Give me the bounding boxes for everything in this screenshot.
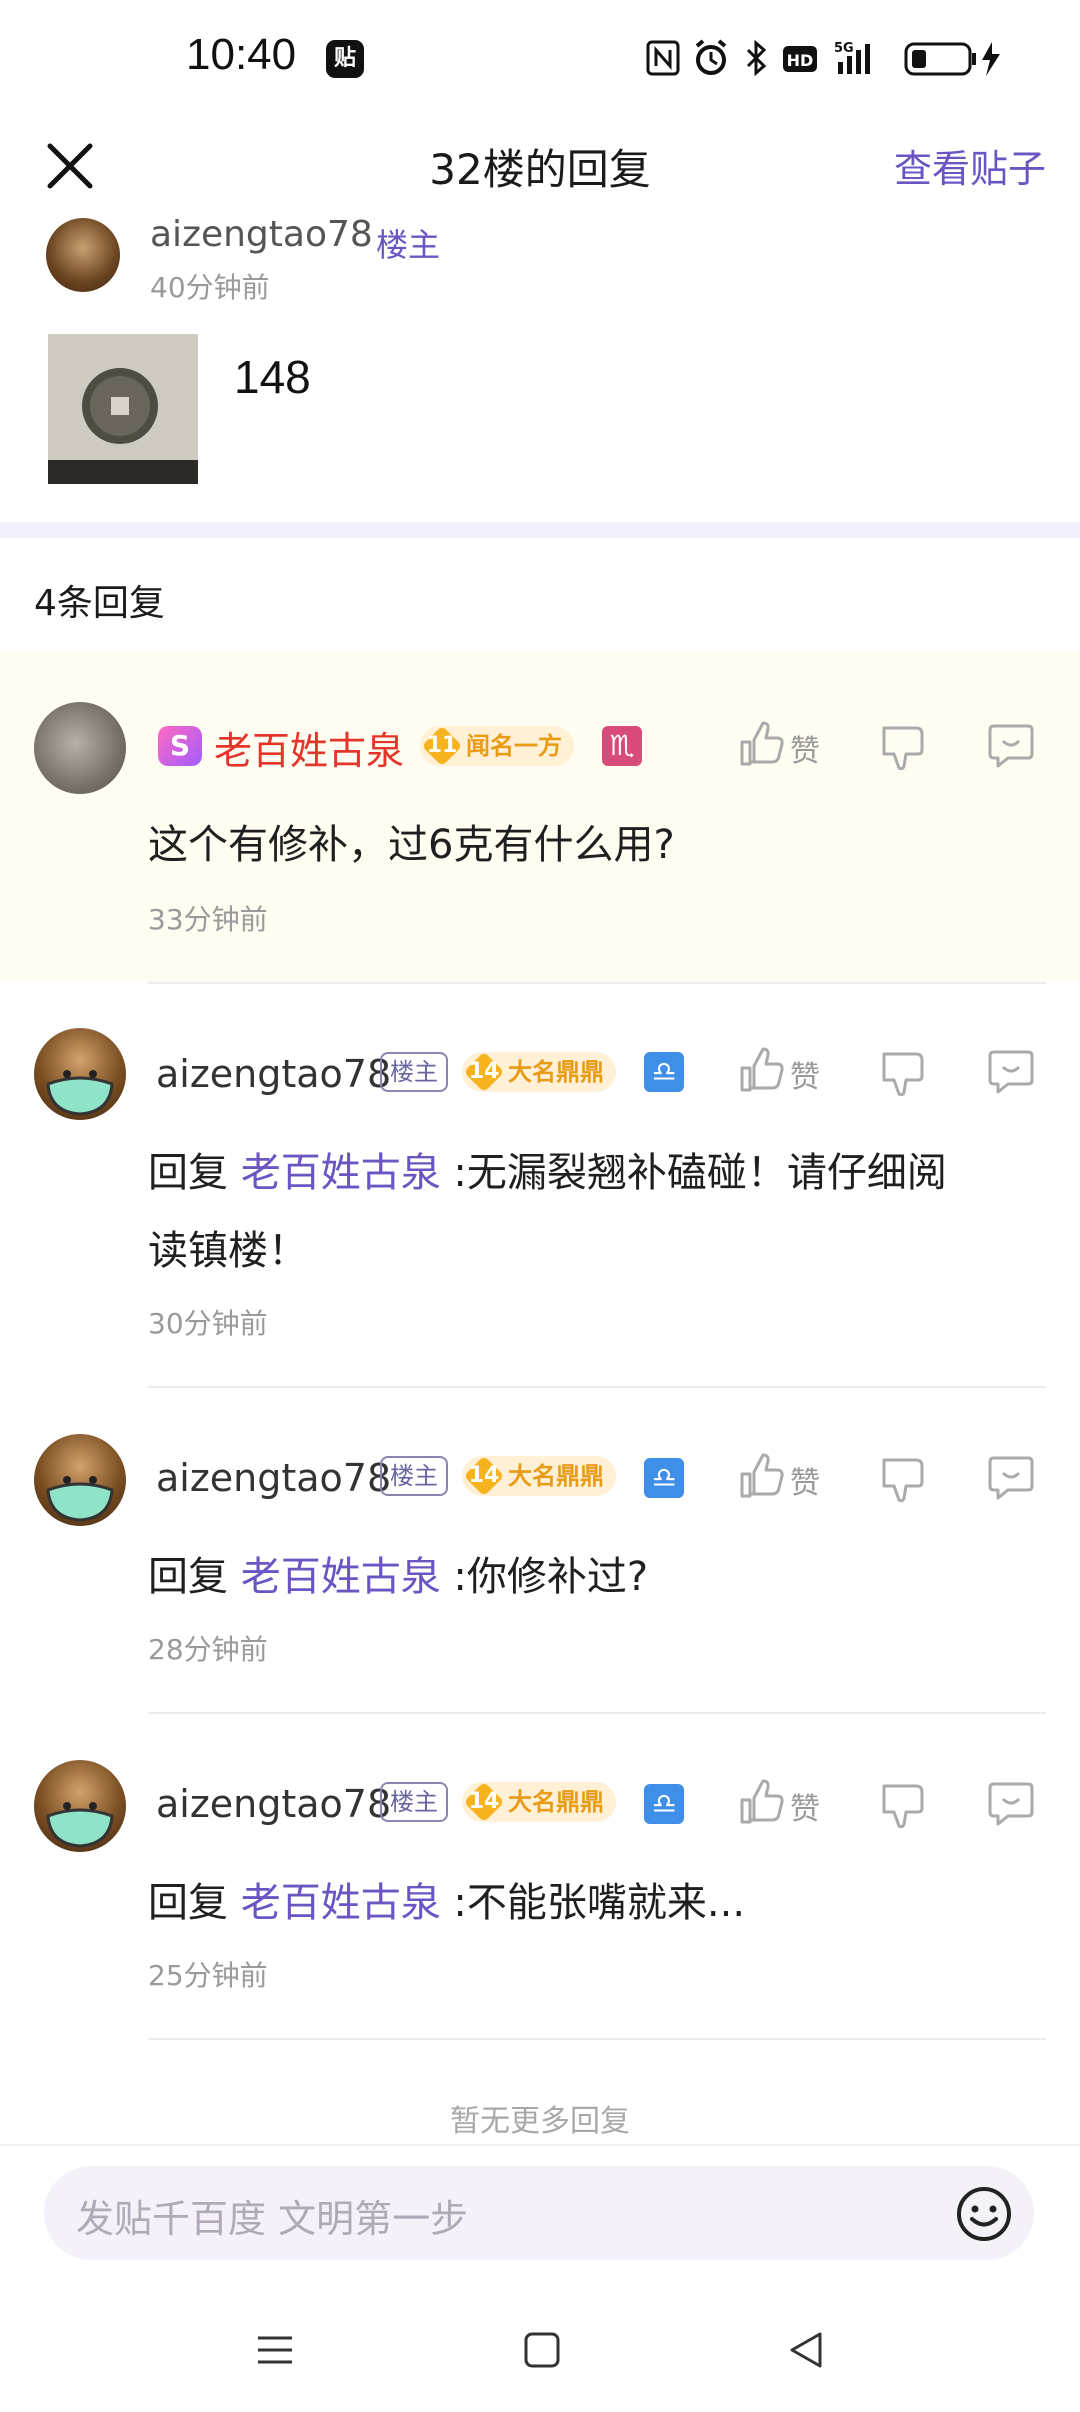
level-title: 大名鼎鼎 [508,1058,604,1086]
zodiac-icon: ♎ [644,1784,684,1824]
emoji-icon[interactable] [954,2184,1014,2244]
svg-text:5G: 5G [834,41,854,56]
coin-photo [48,334,198,484]
reply-prefix: 回复 [148,1554,241,1600]
op-username[interactable]: aizengtao78 [150,214,373,255]
input-bar-divider [0,2144,1080,2146]
reply-comment-icon[interactable] [984,718,1038,772]
mask-avatar-art [46,1070,114,1116]
s-badge: S [158,726,202,766]
hd-icon: HD [783,46,817,72]
level-number: 14 [468,1059,500,1084]
reply-time: 30分钟前 [148,1307,268,1340]
level-badge: 11 闻名一方 [420,725,574,767]
row-divider [148,2038,1046,2040]
mask-avatar-art [46,1476,114,1522]
level-title: 大名鼎鼎 [508,1462,604,1490]
zodiac-icon: ♎ [644,1458,684,1498]
reply-username[interactable]: 老百姓古泉 [214,720,404,775]
svg-text:HD: HD [787,51,814,70]
op-content: 148 [234,351,311,403]
thumbs-up-icon[interactable] [734,1450,788,1504]
reply-prefix: 回复 [148,1880,241,1926]
floor-badge: 楼主 [380,1456,448,1496]
menu-nav-icon[interactable] [254,2320,296,2380]
reply-username[interactable]: aizengtao78 [156,1456,391,1500]
bluetooth-icon [746,39,767,77]
reply-body: :不能张嘴就来... [440,1880,746,1926]
reply-comment-icon[interactable] [984,1776,1038,1830]
alarm-icon [695,39,727,75]
reply-text: 回复 老百姓古泉 :不能张嘴就来... [148,1864,745,1942]
reply-time: 25分钟前 [148,1959,268,1992]
reply-username[interactable]: aizengtao78 [156,1052,391,1096]
reply-comment-icon[interactable] [984,1450,1038,1504]
like-label[interactable]: 赞 [790,1458,820,1502]
thumbs-down-icon[interactable] [876,1452,930,1506]
thumbs-down-icon[interactable] [876,1046,930,1100]
level-title: 大名鼎鼎 [508,1788,604,1816]
reply-text: 回复 老百姓古泉 :无漏裂翘补磕碰！请仔细阅 读镇楼！ [148,1134,1048,1290]
thumbs-down-icon[interactable] [876,720,930,774]
zodiac-icon: ♏ [602,726,642,766]
mention-link[interactable]: 老百姓古泉 [241,1554,441,1600]
row-divider [148,1386,1046,1388]
mask-avatar-art [46,1802,114,1848]
nfc-icon [646,40,680,76]
reply-body: :无漏裂翘补磕碰！请仔细阅 [440,1150,947,1196]
row-divider [148,1712,1046,1714]
op-floor-badge: 楼主 [376,226,441,264]
like-label[interactable]: 赞 [790,726,820,770]
mention-link[interactable]: 老百姓古泉 [241,1150,441,1196]
level-badge: 14 大名鼎鼎 [462,1781,616,1823]
reply-input-placeholder[interactable]: 发贴千百度 文明第一步 [76,2188,468,2243]
reply-time: 33分钟前 [148,903,268,936]
reply-count: 4条回复 [34,583,165,624]
avatar[interactable] [34,1028,126,1120]
op-time: 40分钟前 [150,271,270,304]
like-label[interactable]: 赞 [790,1784,820,1828]
row-divider [148,982,1046,984]
thumbs-up-icon[interactable] [734,1044,788,1098]
level-title: 闻名一方 [466,732,562,760]
floor-badge: 楼主 [380,1782,448,1822]
level-number: 14 [468,1463,500,1488]
reply-body: :你修补过? [440,1554,649,1600]
level-badge: 14 大名鼎鼎 [462,1455,616,1497]
avatar[interactable] [34,1760,126,1852]
signal-5g-icon: 5G [834,41,870,74]
reply-time: 28分钟前 [148,1633,268,1666]
thumbs-up-icon[interactable] [734,718,788,772]
floor-badge: 楼主 [380,1052,448,1092]
avatar[interactable] [34,1434,126,1526]
level-badge: 14 大名鼎鼎 [462,1051,616,1093]
level-number: 14 [468,1789,500,1814]
reply-text: 这个有修补，过6克有什么用? [148,822,675,868]
reply-body-line2: 读镇楼！ [148,1228,308,1274]
home-nav-icon[interactable] [522,2320,562,2380]
op-avatar[interactable] [46,218,120,292]
tieba-app-icon: 贴 [326,40,364,78]
reply-text: 回复 老百姓古泉 :你修补过? [148,1538,648,1616]
status-time: 10:40 [186,30,297,79]
coin-image[interactable] [48,334,198,484]
mention-link[interactable]: 老百姓古泉 [241,1880,441,1926]
avatar[interactable] [34,702,126,794]
no-more-replies: 暂无更多回复 [450,2104,630,2139]
back-nav-icon[interactable] [786,2320,826,2380]
reply-username[interactable]: aizengtao78 [156,1782,391,1826]
thumbs-down-icon[interactable] [876,1778,930,1832]
reply-prefix: 回复 [148,1150,241,1196]
thumbs-up-icon[interactable] [734,1776,788,1830]
level-number: 11 [426,733,458,758]
zodiac-icon: ♎ [644,1052,684,1092]
like-label[interactable]: 赞 [790,1052,820,1096]
view-post-button[interactable]: 查看贴子 [894,138,1046,193]
battery-icon [904,42,1000,76]
section-divider [0,522,1080,538]
reply-comment-icon[interactable] [984,1044,1038,1098]
